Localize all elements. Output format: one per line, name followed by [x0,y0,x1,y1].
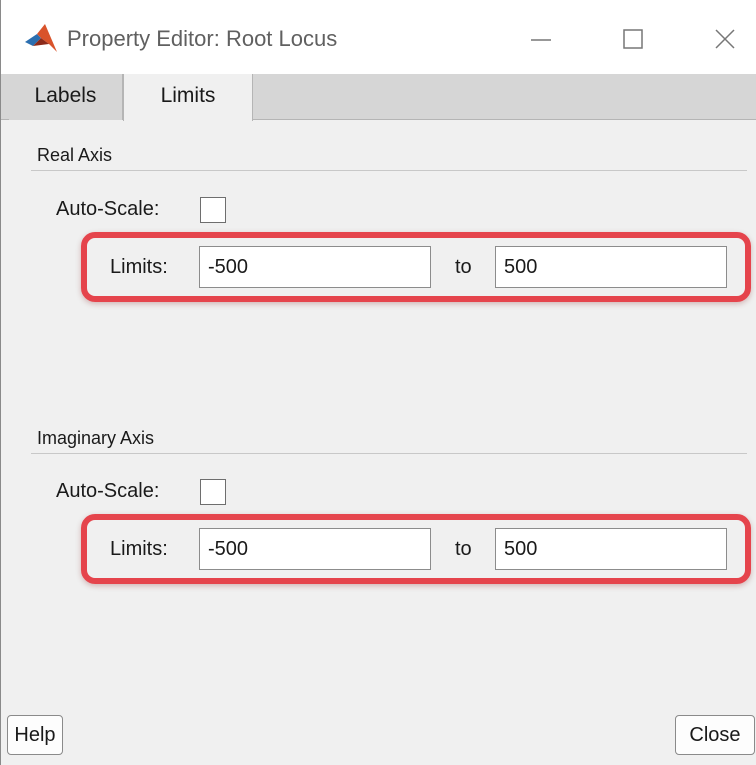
minimize-button[interactable] [511,14,571,64]
imaginary-auto-scale-label: Auto-Scale: [56,480,160,502]
imaginary-axis-title: Imaginary Axis [37,428,155,448]
close-icon [715,29,735,49]
property-editor-window: Property Editor: Root Locus Labels Limit… [0,0,756,765]
imaginary-max-input[interactable]: 500 [495,528,727,570]
real-auto-scale-checkbox[interactable] [200,197,226,223]
maximize-button[interactable] [603,14,663,64]
help-button[interactable]: Help [7,715,63,755]
tab-labels[interactable]: Labels [9,74,123,120]
maximize-icon [623,29,643,49]
imaginary-axis-divider [31,453,747,454]
imaginary-min-input[interactable]: -500 [199,528,431,570]
window-title: Property Editor: Root Locus [67,26,338,51]
real-axis-title: Real Axis [37,145,113,165]
close-button[interactable]: Close [675,715,755,755]
tab-limits[interactable]: Limits [123,74,253,121]
real-limits-label: Limits: [110,256,168,278]
close-window-button[interactable] [695,14,755,64]
matlab-logo-icon [25,24,57,52]
real-max-input[interactable]: 500 [495,246,727,288]
imaginary-auto-scale-checkbox[interactable] [200,479,226,505]
title-bar[interactable]: Property Editor: Root Locus [1,0,756,74]
tab-strip: Labels Limits [1,74,756,121]
real-axis-divider [31,170,747,171]
real-min-input[interactable]: -500 [199,246,431,288]
real-to-label: to [455,256,472,278]
imaginary-limits-label: Limits: [110,538,168,560]
real-auto-scale-label: Auto-Scale: [56,198,160,220]
minimize-icon [531,39,551,41]
imaginary-to-label: to [455,538,472,560]
